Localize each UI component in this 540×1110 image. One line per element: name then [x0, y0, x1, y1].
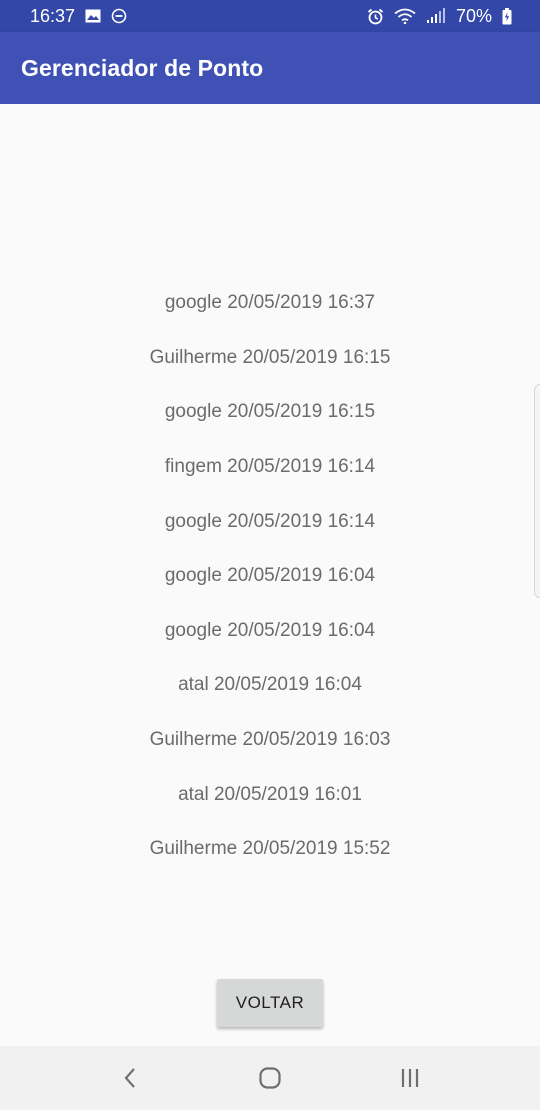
alarm-icon [367, 8, 384, 24]
battery-icon [502, 7, 512, 24]
record-item[interactable]: google 20/05/2019 16:04 [0, 604, 540, 659]
record-item[interactable]: Guilherme 20/05/2019 16:03 [0, 713, 540, 768]
battery-percent: 70% [455, 5, 492, 26]
record-item[interactable]: google 20/05/2019 16:37 [0, 276, 540, 331]
nav-recents-button[interactable] [380, 1048, 440, 1108]
record-item[interactable]: google 20/05/2019 16:14 [0, 494, 540, 549]
app-title: Gerenciador de Ponto [21, 54, 264, 81]
do-not-disturb-icon [111, 8, 127, 24]
status-bar: 16:37 70% [0, 0, 540, 32]
nav-back-button[interactable] [100, 1048, 160, 1108]
record-item[interactable]: fingem 20/05/2019 16:14 [0, 440, 540, 495]
nav-home-button[interactable] [240, 1048, 300, 1108]
status-right: 70% [367, 6, 512, 27]
status-time: 16:37 [30, 5, 76, 26]
status-left: 16:37 [30, 6, 127, 27]
record-item[interactable]: Guilherme 20/05/2019 15:52 [0, 822, 540, 877]
record-item[interactable]: google 20/05/2019 16:04 [0, 549, 540, 604]
record-item[interactable]: google 20/05/2019 16:15 [0, 385, 540, 440]
app-bar: Gerenciador de Ponto [0, 32, 540, 104]
home-icon [259, 1067, 281, 1089]
back-icon [124, 1068, 135, 1088]
voltar-button[interactable]: VOLTAR [217, 979, 323, 1027]
content-area: google 20/05/2019 16:37 Guilherme 20/05/… [0, 104, 540, 1044]
record-item[interactable]: atal 20/05/2019 16:01 [0, 767, 540, 822]
record-item[interactable]: atal 20/05/2019 16:04 [0, 658, 540, 713]
navigation-bar [0, 1046, 540, 1110]
records-list[interactable]: google 20/05/2019 16:37 Guilherme 20/05/… [0, 276, 540, 877]
gallery-icon [85, 9, 101, 23]
recents-icon [401, 1069, 419, 1087]
signal-icon [426, 8, 445, 23]
edge-panel-handle[interactable] [534, 384, 540, 598]
wifi-icon [394, 8, 416, 24]
record-item[interactable]: Guilherme 20/05/2019 16:15 [0, 331, 540, 386]
